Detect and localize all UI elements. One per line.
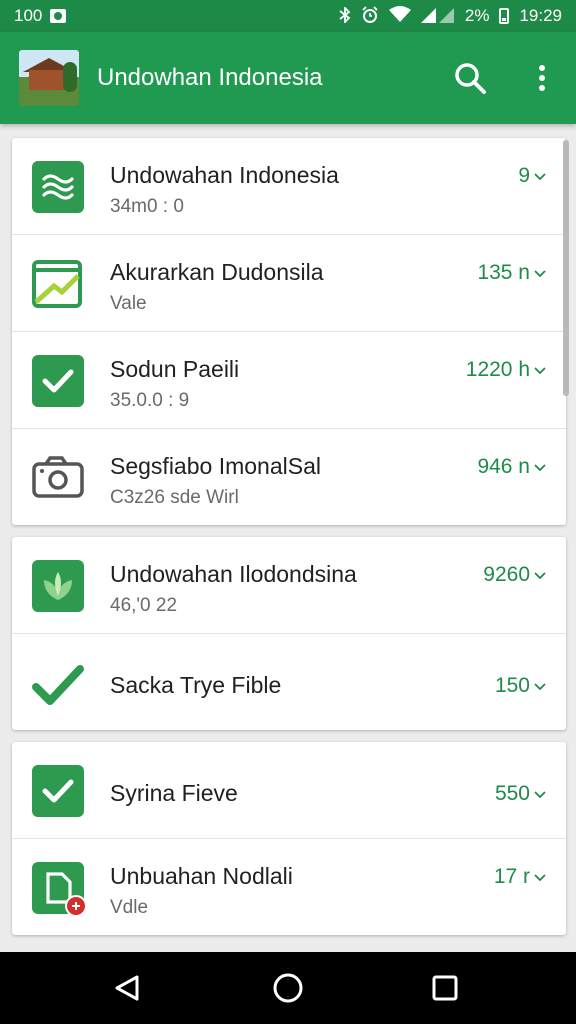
- list-item[interactable]: Segsfiabo ImonalSal C3z26 sde Wirl 946 n: [12, 429, 566, 525]
- item-value-text: 9: [518, 164, 530, 187]
- item-title: Undowahan Indonesia: [110, 162, 339, 188]
- list-item[interactable]: Undowahan Indonesia 34m0 : 0 9: [12, 138, 566, 235]
- item-value-text: 1220 h: [465, 358, 530, 381]
- scrollbar[interactable]: [563, 140, 569, 396]
- document-badge-icon: [32, 862, 87, 917]
- signal-icon: [420, 6, 455, 26]
- search-button[interactable]: [446, 54, 494, 102]
- item-value: 9: [518, 164, 546, 188]
- item-title: Unbuahan Nodlali: [110, 863, 293, 889]
- checkbox-icon: [32, 355, 84, 407]
- item-subtitle: Vale: [110, 293, 147, 314]
- leaf-icon: [32, 560, 84, 612]
- home-icon: [273, 973, 303, 1003]
- item-value: 9260: [483, 563, 546, 587]
- item-subtitle: C3z26 sde Wirl: [110, 487, 239, 508]
- checkbox-icon: [32, 765, 84, 817]
- recent-apps-button[interactable]: [415, 964, 475, 1012]
- more-vert-icon: [539, 65, 545, 91]
- battery-percent: 2%: [464, 6, 490, 25]
- back-button[interactable]: [98, 964, 158, 1012]
- chevron-down-icon: [534, 270, 546, 278]
- list-item[interactable]: Syrina Fieve 550: [12, 742, 566, 839]
- home-button[interactable]: [258, 964, 318, 1012]
- item-title: Sodun Paeili: [110, 356, 240, 382]
- waves-icon: [32, 161, 84, 213]
- list-item[interactable]: Undowahan Ilodondsina 46,'0 22 9260: [12, 537, 566, 634]
- card-1: Undowahan Indonesia 34m0 : 0 9 Akurarkan…: [12, 138, 566, 525]
- app-bar: Undowhan Indonesia: [0, 32, 576, 124]
- back-icon: [115, 975, 139, 1001]
- battery-icon: [499, 8, 510, 24]
- item-value: 150: [495, 674, 546, 698]
- item-value: 135 n: [477, 261, 546, 285]
- card-2: Undowahan Ilodondsina 46,'0 22 9260 Sack…: [12, 537, 566, 730]
- list-item[interactable]: Sacka Trye Fible 150: [12, 634, 566, 730]
- notification-icon: [50, 9, 67, 23]
- item-title: Akurarkan Dudonsila: [110, 259, 324, 285]
- item-value-text: 150: [494, 674, 530, 697]
- list-item[interactable]: Akurarkan Dudonsila Vale 135 n: [12, 235, 566, 332]
- item-value: 946 n: [477, 455, 546, 479]
- item-title: Sacka Trye Fible: [110, 672, 282, 698]
- list-item[interactable]: Sodun Paeili 35.0.0 : 9 1220 h: [12, 332, 566, 429]
- item-value: 1220 h: [466, 358, 546, 382]
- item-subtitle: 34m0 : 0: [110, 196, 184, 217]
- item-title: Syrina Fieve: [110, 780, 238, 806]
- chevron-down-icon: [534, 791, 546, 799]
- chevron-down-icon: [534, 874, 546, 882]
- bluetooth-icon: [339, 5, 351, 26]
- check-icon: [32, 657, 84, 709]
- item-value-text: 135 n: [477, 261, 530, 284]
- status-time: 19:29: [519, 6, 562, 25]
- list-item[interactable]: Unbuahan Nodlali Vdle 17 r: [12, 839, 566, 935]
- card-3: Syrina Fieve 550 Unbuahan Nodlali Vdle 1…: [12, 742, 566, 935]
- status-bar: 100 2% 19:29: [0, 0, 576, 32]
- alarm-icon: [361, 5, 379, 27]
- more-options-button[interactable]: [518, 54, 566, 102]
- camera-icon: [32, 452, 84, 504]
- navigation-bar: [0, 952, 576, 1024]
- item-title: Segsfiabo ImonalSal: [110, 453, 321, 479]
- item-value-text: 9260: [483, 563, 530, 586]
- chevron-down-icon: [534, 572, 546, 580]
- item-subtitle: Vdle: [110, 897, 149, 918]
- chevron-down-icon: [534, 173, 546, 181]
- search-icon: [455, 63, 486, 94]
- item-subtitle: 46,'0 22: [110, 595, 178, 616]
- item-value: 550: [495, 782, 546, 806]
- app-title: Undowhan Indonesia: [97, 64, 323, 91]
- item-value-text: 946 n: [477, 455, 530, 478]
- item-value: 17 r: [494, 865, 546, 889]
- wifi-icon: [388, 6, 411, 26]
- chevron-down-icon: [534, 367, 546, 375]
- item-value-text: 17 r: [493, 865, 530, 888]
- chart-check-icon: [32, 258, 84, 310]
- item-title: Undowahan Ilodondsina: [110, 561, 357, 587]
- status-left-text: 100: [14, 6, 43, 25]
- item-value-text: 550: [494, 782, 530, 805]
- chevron-down-icon: [534, 683, 546, 691]
- card-list: Undowahan Indonesia 34m0 : 0 9 Akurarkan…: [12, 138, 566, 947]
- recent-apps-icon: [432, 975, 458, 1001]
- app-logo-image: [19, 50, 79, 106]
- chevron-down-icon: [534, 464, 546, 472]
- item-subtitle: 35.0.0 : 9: [110, 390, 190, 411]
